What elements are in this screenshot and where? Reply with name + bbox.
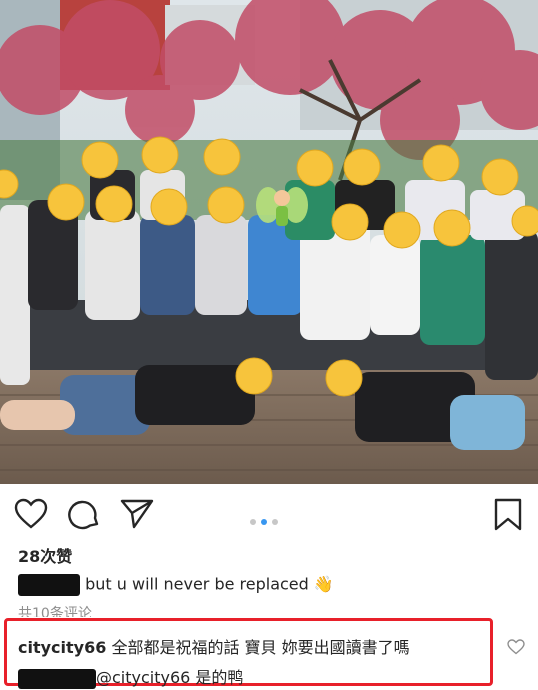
- small-heart-icon[interactable]: [507, 639, 525, 655]
- comment-item: @citycity66 是的鸭: [18, 664, 243, 689]
- redacted-username: [18, 574, 80, 596]
- bookmark-icon[interactable]: [493, 498, 523, 532]
- comment-text: 是的鸭: [195, 668, 244, 687]
- heart-icon[interactable]: [14, 498, 48, 530]
- carousel-dot: [272, 519, 278, 525]
- fairy-sticker: [256, 187, 308, 226]
- carousel-indicator: [250, 510, 283, 525]
- likes-count[interactable]: 28次赞: [18, 543, 72, 567]
- wave-emoji: 👋: [313, 574, 334, 594]
- comment-item: citycity66 全部都是祝福的話 寶貝 妳要出國讀書了嗎: [18, 634, 410, 658]
- photo-illustration: [0, 0, 538, 484]
- paper-plane-icon[interactable]: [120, 499, 154, 529]
- comment-item: but u will never be replaced 👋: [18, 574, 334, 596]
- comment-text: 全部都是祝福的話 寶貝 妳要出國讀書了嗎: [111, 638, 410, 657]
- comment-username[interactable]: citycity66: [18, 638, 106, 657]
- post-photo[interactable]: [0, 0, 538, 484]
- comment-mention[interactable]: @citycity66: [96, 668, 190, 687]
- carousel-dot-active: [261, 519, 267, 525]
- view-all-comments-link[interactable]: 共10条评论: [18, 603, 92, 617]
- comment-text: but u will never be replaced: [85, 574, 309, 594]
- comment-bubble-icon[interactable]: [68, 498, 100, 530]
- redacted-username: [18, 668, 96, 689]
- carousel-dot: [250, 519, 256, 525]
